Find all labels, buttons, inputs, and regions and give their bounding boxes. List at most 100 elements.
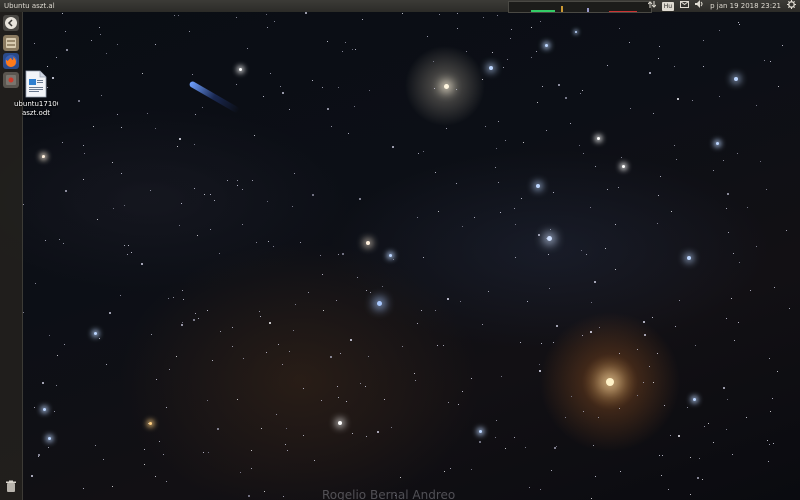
desktop-file-icon[interactable]: ubuntu17100 aszt.odt xyxy=(14,70,58,118)
firefox-launcher[interactable] xyxy=(3,53,19,69)
star xyxy=(147,113,149,115)
star xyxy=(719,29,720,31)
star xyxy=(295,303,297,305)
bright-star xyxy=(544,43,548,47)
star xyxy=(351,433,353,435)
mail-icon[interactable] xyxy=(680,0,690,12)
star xyxy=(455,182,457,184)
bright-star xyxy=(575,31,577,33)
star xyxy=(520,341,522,343)
star xyxy=(358,198,361,201)
star xyxy=(390,426,392,428)
star xyxy=(591,302,593,304)
wallpaper-watermark: Rogelio Bernal Andreo xyxy=(322,488,456,500)
star xyxy=(267,27,269,29)
star xyxy=(653,112,655,114)
ubuntu-logo-icon xyxy=(5,17,17,29)
star xyxy=(656,352,658,354)
bright-star xyxy=(606,378,614,386)
star xyxy=(182,289,183,291)
bright-star xyxy=(148,421,152,425)
star xyxy=(483,17,485,19)
star xyxy=(326,41,328,43)
star xyxy=(618,28,620,30)
star xyxy=(206,400,208,402)
star xyxy=(57,355,59,357)
star xyxy=(691,99,693,101)
star xyxy=(141,72,143,74)
star xyxy=(777,371,779,373)
system-load-graph[interactable] xyxy=(508,1,652,13)
star xyxy=(336,386,338,388)
star xyxy=(523,141,525,143)
star xyxy=(417,152,419,154)
star xyxy=(273,20,275,22)
star xyxy=(156,379,158,381)
star xyxy=(178,137,181,140)
star xyxy=(250,449,252,451)
desktop-file-label-line1: ubuntu17100 xyxy=(14,100,58,108)
star xyxy=(320,400,322,402)
star xyxy=(750,289,752,291)
gear-icon[interactable] xyxy=(787,0,796,13)
dash-home-button[interactable] xyxy=(3,15,19,31)
network-icon[interactable] xyxy=(647,0,657,13)
star xyxy=(235,84,237,86)
star xyxy=(197,235,199,237)
star xyxy=(237,184,239,186)
star xyxy=(300,242,302,244)
star xyxy=(433,61,435,62)
star xyxy=(355,48,357,50)
star xyxy=(549,229,551,231)
star xyxy=(202,451,204,453)
star xyxy=(652,316,654,318)
star xyxy=(502,66,504,68)
star xyxy=(37,453,40,456)
star xyxy=(755,105,757,107)
star xyxy=(105,363,107,365)
bright-star xyxy=(376,300,382,306)
star xyxy=(193,144,195,146)
desktop-file-label-line2: aszt.odt xyxy=(21,109,51,117)
star xyxy=(191,73,193,75)
star xyxy=(345,41,347,43)
star xyxy=(359,383,361,385)
star xyxy=(337,396,339,398)
star xyxy=(614,268,616,270)
star xyxy=(648,71,651,74)
star xyxy=(356,276,358,278)
star xyxy=(726,208,728,210)
star xyxy=(524,446,526,448)
star xyxy=(78,100,81,103)
clock[interactable]: p jan 19 2018 23:21 xyxy=(710,0,781,12)
star xyxy=(323,310,325,312)
desktop-wallpaper xyxy=(0,0,800,500)
star xyxy=(111,485,113,487)
star xyxy=(349,339,352,342)
star xyxy=(123,245,125,247)
star xyxy=(266,14,267,16)
volume-icon[interactable] xyxy=(695,0,704,12)
star xyxy=(265,351,267,353)
star xyxy=(545,130,547,132)
star xyxy=(726,399,728,401)
star xyxy=(661,475,663,477)
bright-star xyxy=(687,256,691,260)
star xyxy=(507,58,509,60)
star xyxy=(667,488,669,490)
files-launcher[interactable] xyxy=(3,35,19,51)
keyboard-layout-indicator[interactable]: Hu xyxy=(661,1,675,11)
star xyxy=(528,486,530,488)
star xyxy=(619,352,621,354)
star xyxy=(319,254,321,256)
star xyxy=(551,470,553,472)
star xyxy=(141,262,144,265)
star xyxy=(496,420,498,422)
star xyxy=(342,252,345,255)
star xyxy=(365,435,367,437)
star xyxy=(537,102,539,104)
star xyxy=(421,310,423,312)
bright-star xyxy=(238,67,242,71)
star xyxy=(649,365,651,367)
trash-launcher[interactable] xyxy=(3,478,19,494)
